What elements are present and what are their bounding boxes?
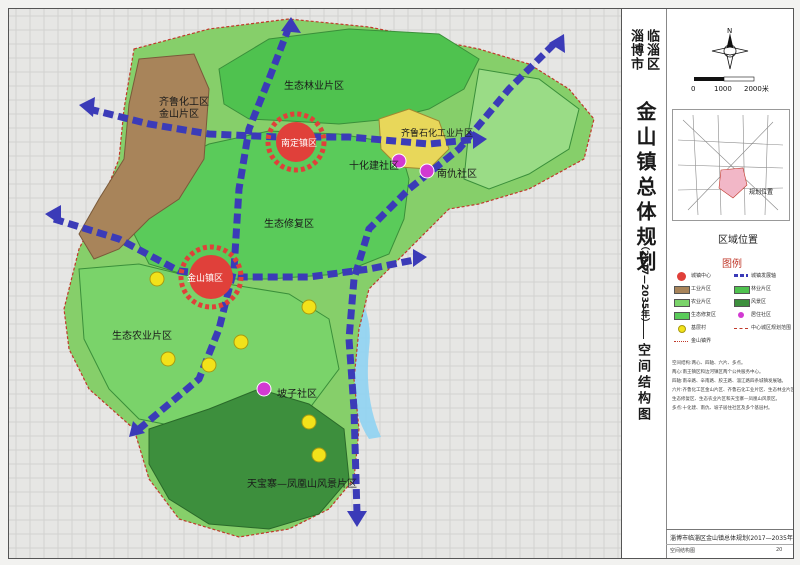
agriculture-zone-icon bbox=[674, 299, 690, 307]
legend-label: 工业片区 bbox=[691, 286, 712, 292]
legend-label: 城镇发展轴 bbox=[751, 273, 777, 279]
legend-label: 生态修复区 bbox=[691, 312, 717, 318]
pozi-community-label: 坡子社区 bbox=[277, 387, 317, 400]
south-center-label: 南定镇区 bbox=[281, 137, 317, 149]
note-line: 四轴:南辛路、辛南路、胶王路、淄江路四条城镇发展轴。 bbox=[672, 379, 787, 384]
legend-item-forestry-zone: 林业片区 bbox=[734, 284, 792, 294]
industrial-zone-icon bbox=[674, 286, 690, 294]
note-line: 两心:南王镇区和边河镇区两个公共服务中心。 bbox=[672, 370, 764, 375]
agriculture-zone-label: 生态农业片区 bbox=[112, 329, 172, 342]
legend-item-community: 居住社区 bbox=[734, 310, 792, 320]
footer-divider bbox=[666, 544, 793, 545]
spatial-structure-map: 齐鲁化工区金山片区 生态林业片区 生态修复区 生态农业片区 天宝寨—凤凰山风景片… bbox=[9, 9, 621, 558]
north-letter: N bbox=[727, 27, 732, 35]
petro-zone-label: 齐鲁石化工业片区 bbox=[401, 127, 473, 139]
legend-item-development-axis: 城镇发展轴 bbox=[734, 271, 792, 281]
footer-sheet-name: 空间结构图 bbox=[670, 548, 696, 554]
scale-label-1000: 1000 bbox=[714, 85, 732, 93]
plan-years: （2017—2035年） bbox=[639, 241, 649, 328]
legend-item-industrial-zone: 工业片区 bbox=[674, 284, 732, 294]
shihuajian-community-label: 十化建社区 bbox=[349, 159, 399, 172]
legend-item-restoration-zone: 生态修复区 bbox=[674, 310, 732, 320]
community-nanqiu bbox=[419, 163, 435, 179]
page-number: 20 bbox=[776, 547, 783, 553]
note-line: 生态修复区、生态农业片区和天宝寨—凤凰山风景区。 bbox=[672, 397, 780, 402]
note-line: 多点:十化建、南仇、坡子居住社区及多个基层村。 bbox=[672, 406, 773, 411]
town-boundary-icon bbox=[674, 341, 688, 342]
community-icon bbox=[738, 312, 744, 318]
title-panel: 临淄区 淄博市 金山镇总体规划 （2017—2035年） 空间结构图 N 0 1… bbox=[621, 9, 794, 558]
panel-separator bbox=[666, 9, 667, 558]
main-center-label: 金山镇区 bbox=[187, 272, 223, 284]
scenic-zone-label: 天宝寨—凤凰山风景片区 bbox=[247, 477, 357, 490]
legend-label: 林业片区 bbox=[751, 286, 772, 292]
scale-label-2000: 2000米 bbox=[744, 84, 769, 93]
legend-item-agriculture-zone: 农业片区 bbox=[674, 297, 732, 307]
legend-item-scenic-zone: 风景区 bbox=[734, 297, 792, 307]
legend-item-boundary: 中心城区规划范围 bbox=[734, 323, 792, 333]
restoration-zone-icon bbox=[674, 312, 690, 320]
legend-item-village: 基层村 bbox=[674, 323, 732, 333]
location-inset-map: 规划位置 bbox=[672, 109, 790, 221]
forestry-zone-icon bbox=[734, 286, 750, 294]
scale-label-0: 0 bbox=[691, 85, 695, 93]
scale-bar: 0 1000 2000米 bbox=[691, 76, 769, 93]
legend-item-town-boundary: 金山镇界 bbox=[674, 336, 732, 346]
nanqiu-community-label: 南仇社区 bbox=[437, 167, 477, 180]
legend-label: 金山镇界 bbox=[691, 338, 712, 344]
legend-label: 中心城区规划范围 bbox=[751, 325, 792, 331]
sheet-name: 空间结构图 bbox=[635, 343, 650, 423]
title-block: 淄博市临淄区金山镇总体规划(2017—2035年) 空间结构图 20 bbox=[666, 529, 794, 558]
scenic-zone-icon bbox=[734, 299, 750, 307]
district-name: 临淄区 bbox=[644, 29, 659, 71]
development-axis-icon bbox=[734, 274, 748, 277]
title-divider bbox=[643, 301, 644, 339]
community-pozi bbox=[256, 381, 272, 397]
forestry-zone-label: 生态林业片区 bbox=[284, 79, 344, 92]
town-center-icon bbox=[677, 272, 686, 281]
legend-label: 风景区 bbox=[751, 299, 767, 305]
structure-notes: 空间结构:两心、四轴、六片、多点。 两心:南王镇区和边河镇区两个公共服务中心。 … bbox=[672, 359, 794, 413]
footer-plan-title: 淄博市临淄区金山镇总体规划(2017—2035年) bbox=[670, 535, 794, 542]
restoration-zone-label: 生态修复区 bbox=[264, 217, 314, 230]
note-line: 六片:齐鲁化工区金山片区、齐鲁石化工业片区、生态林业片区、 bbox=[672, 388, 794, 393]
legend-label: 居住社区 bbox=[751, 312, 772, 318]
inset-caption: 区域位置 bbox=[718, 235, 758, 246]
legend-label: 城镇中心 bbox=[691, 273, 712, 279]
legend-label: 基层村 bbox=[691, 325, 707, 331]
legend-title: 图例 bbox=[722, 259, 742, 270]
note-line: 空间结构:两心、四轴、六片、多点。 bbox=[672, 361, 746, 366]
plan-frame: 齐鲁化工区金山片区 生态林业片区 生态修复区 生态农业片区 天宝寨—凤凰山风景片… bbox=[8, 8, 794, 559]
legend-item-town-center: 城镇中心 bbox=[674, 271, 732, 281]
village-icon bbox=[678, 325, 686, 333]
inset-location-label: 规划位置 bbox=[749, 188, 773, 196]
legend-label: 农业片区 bbox=[691, 299, 712, 305]
north-arrow-icon: N bbox=[711, 27, 749, 70]
boundary-icon bbox=[734, 328, 748, 329]
city-name: 淄博市 bbox=[628, 29, 643, 71]
